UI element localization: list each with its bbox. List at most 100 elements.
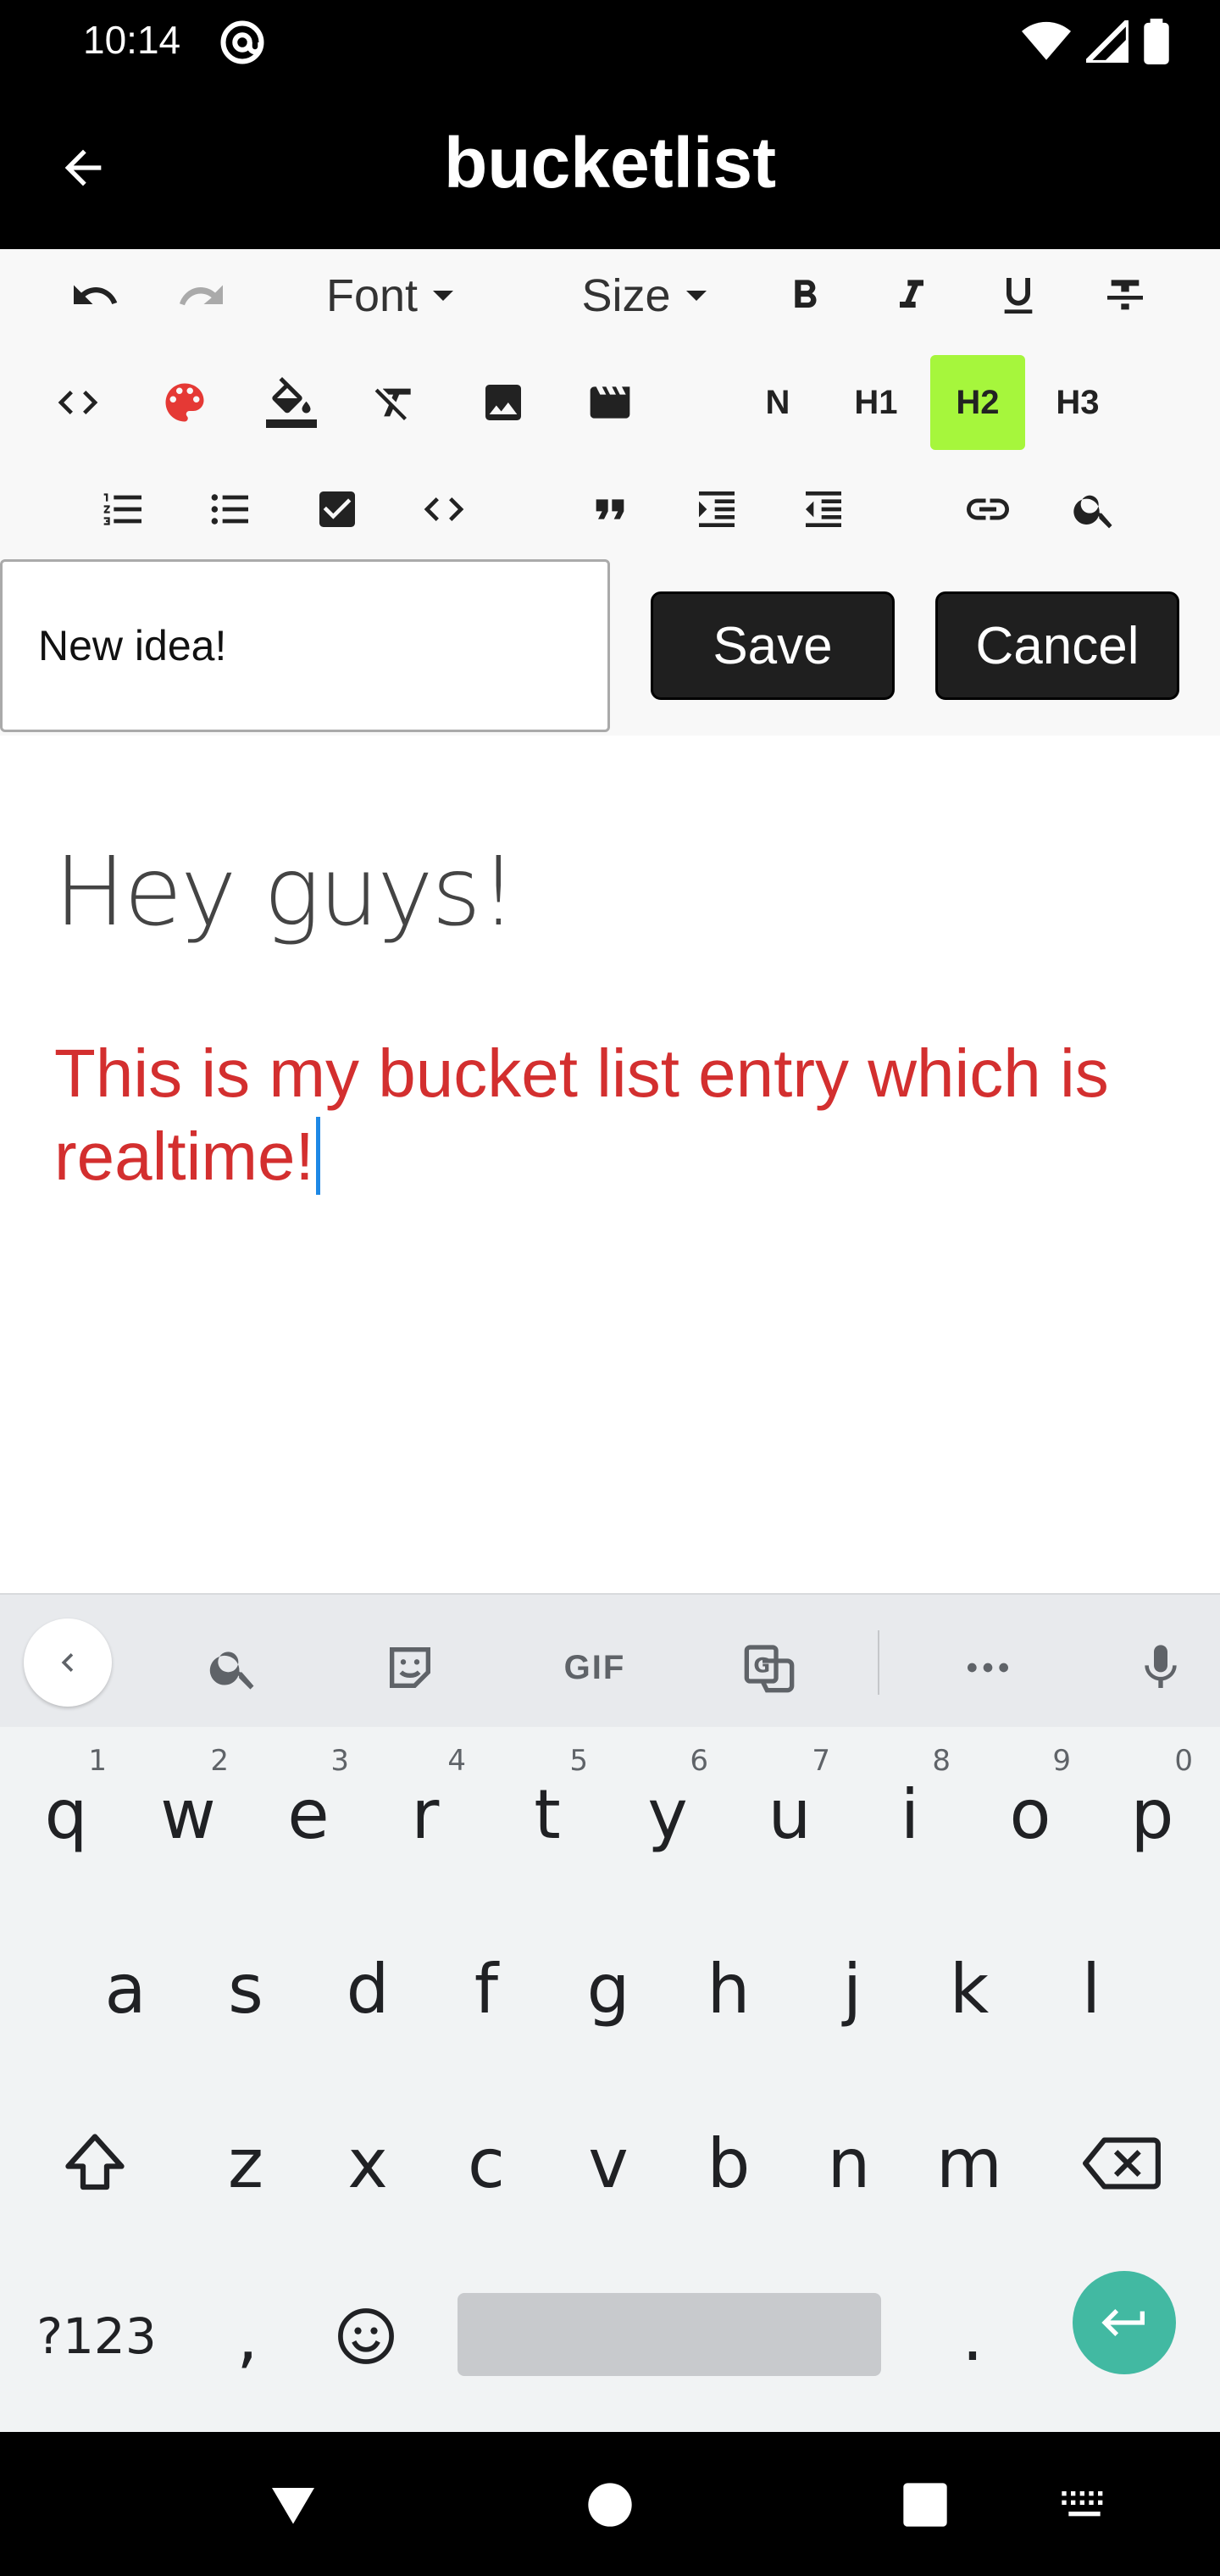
text-color-button[interactable]	[144, 356, 225, 449]
heading-h3-button[interactable]: H3	[1030, 356, 1125, 449]
key-k[interactable]: k	[908, 1901, 1030, 2076]
key-p[interactable]: p0	[1091, 1727, 1213, 1901]
search-icon	[1073, 495, 1112, 529]
cancel-button[interactable]: Cancel	[935, 591, 1179, 700]
key-e-number: 3	[330, 1744, 349, 1778]
key-i-label: i	[900, 1774, 920, 1854]
underline-button[interactable]	[978, 249, 1059, 342]
shift-key[interactable]	[34, 2076, 156, 2251]
toolbar-row-1: Font Size	[0, 249, 1220, 342]
nav-home-button[interactable]	[576, 2471, 644, 2539]
key-w-label: w	[160, 1774, 216, 1854]
key-r[interactable]: r4	[364, 1727, 486, 1901]
key-j[interactable]: j	[791, 1901, 913, 2076]
key-d[interactable]: d	[307, 1901, 429, 2076]
insert-video-button[interactable]	[569, 356, 651, 449]
nav-back-button[interactable]	[259, 2471, 327, 2539]
symbols-key[interactable]: ?123	[20, 2249, 173, 2423]
strikethrough-button[interactable]	[1084, 249, 1166, 342]
emoji-icon	[338, 2308, 394, 2364]
key-e-label: e	[287, 1774, 330, 1854]
keyboard-more-button[interactable]	[944, 1624, 1032, 1712]
format-clear-icon	[374, 388, 411, 420]
enter-key[interactable]	[1073, 2271, 1176, 2374]
format-quote-icon	[596, 499, 624, 519]
redo-button[interactable]	[161, 249, 242, 342]
checklist-button[interactable]	[297, 463, 378, 556]
comma-key[interactable]: ,	[186, 2249, 308, 2423]
italic-button[interactable]	[871, 249, 952, 342]
save-button[interactable]: Save	[651, 591, 895, 700]
keyboard-translate-button[interactable]: G	[725, 1624, 813, 1712]
clear-format-button[interactable]	[354, 356, 435, 449]
key-y[interactable]: y6	[607, 1727, 729, 1901]
heading-h2-button[interactable]: H2	[930, 355, 1025, 450]
key-f[interactable]: f	[425, 1901, 547, 2076]
keyboard-gif-button[interactable]: GIF	[544, 1624, 646, 1712]
fill-color-button[interactable]	[251, 356, 332, 449]
key-v[interactable]: v	[547, 2076, 669, 2251]
code-icon	[424, 497, 464, 521]
key-l[interactable]: l	[1030, 1901, 1152, 2076]
search-icon	[209, 1652, 254, 1690]
code-view-button[interactable]	[37, 356, 119, 449]
key-u[interactable]: u7	[729, 1727, 851, 1901]
heading-h1-button[interactable]: H1	[829, 356, 923, 449]
keyboard-search-button[interactable]	[190, 1624, 278, 1712]
insert-image-button[interactable]	[463, 356, 544, 449]
key-i-number: 8	[932, 1744, 951, 1778]
key-q-label: q	[44, 1774, 88, 1854]
ordered-list-button[interactable]	[83, 463, 164, 556]
bold-button[interactable]	[764, 249, 846, 342]
undo-button[interactable]	[54, 249, 136, 342]
indent-button[interactable]	[676, 463, 757, 556]
key-z[interactable]: z	[185, 2076, 307, 2251]
bullet-list-button[interactable]	[190, 463, 271, 556]
key-x[interactable]: x	[307, 2076, 429, 2251]
key-t[interactable]: t5	[486, 1727, 608, 1901]
keyboard-sticker-button[interactable]	[366, 1624, 454, 1712]
font-select[interactable]: Font	[305, 249, 474, 342]
key-o[interactable]: o9	[969, 1727, 1091, 1901]
sticker-icon	[390, 1647, 430, 1688]
bullet-list-icon	[211, 494, 248, 525]
key-e[interactable]: e3	[247, 1727, 369, 1901]
size-select[interactable]: Size	[559, 249, 729, 342]
key-q[interactable]: q1	[5, 1727, 127, 1901]
key-g[interactable]: g	[547, 1901, 669, 2076]
emoji-key[interactable]	[305, 2249, 427, 2423]
outdent-button[interactable]	[783, 463, 864, 556]
key-r-label: r	[411, 1774, 440, 1854]
space-key[interactable]	[458, 2293, 881, 2376]
keyboard-voice-button[interactable]	[1117, 1624, 1205, 1712]
editor-content[interactable]: Hey guys! This is my bucket list entry w…	[0, 736, 1220, 1593]
nav-keyboard-switch-button[interactable]	[1051, 2471, 1118, 2539]
key-w[interactable]: w2	[127, 1727, 249, 1901]
system-nav-bar	[0, 2432, 1220, 2576]
key-h[interactable]: h	[668, 1901, 790, 2076]
key-i[interactable]: i8	[849, 1727, 971, 1901]
title-input[interactable]: New idea!	[0, 559, 610, 732]
underline-icon	[1004, 278, 1033, 314]
backspace-key[interactable]	[1061, 2076, 1183, 2251]
key-y-number: 6	[690, 1744, 708, 1778]
checkbox-icon	[319, 491, 355, 527]
period-key[interactable]: .	[912, 2249, 1034, 2423]
key-b[interactable]: b	[668, 2076, 790, 2251]
key-c[interactable]: c	[425, 2076, 547, 2251]
key-q-number: 1	[88, 1744, 107, 1778]
font-select-label: Font	[325, 270, 419, 321]
battery-icon	[1144, 19, 1169, 64]
search-button[interactable]	[1054, 463, 1135, 556]
keyboard-collapse-button[interactable]	[24, 1618, 112, 1707]
nav-recents-button[interactable]	[891, 2471, 959, 2539]
insert-link-button[interactable]	[947, 463, 1029, 556]
quote-button[interactable]	[569, 463, 651, 556]
key-m[interactable]: m	[908, 2076, 1030, 2251]
key-a[interactable]: a	[64, 1901, 186, 2076]
code-block-button[interactable]	[403, 463, 485, 556]
key-s[interactable]: s	[185, 1901, 307, 2076]
key-n[interactable]: n	[788, 2076, 910, 2251]
editor-body[interactable]: This is my bucket list entry which is re…	[54, 1032, 1156, 1198]
heading-normal-button[interactable]: N	[730, 356, 825, 449]
